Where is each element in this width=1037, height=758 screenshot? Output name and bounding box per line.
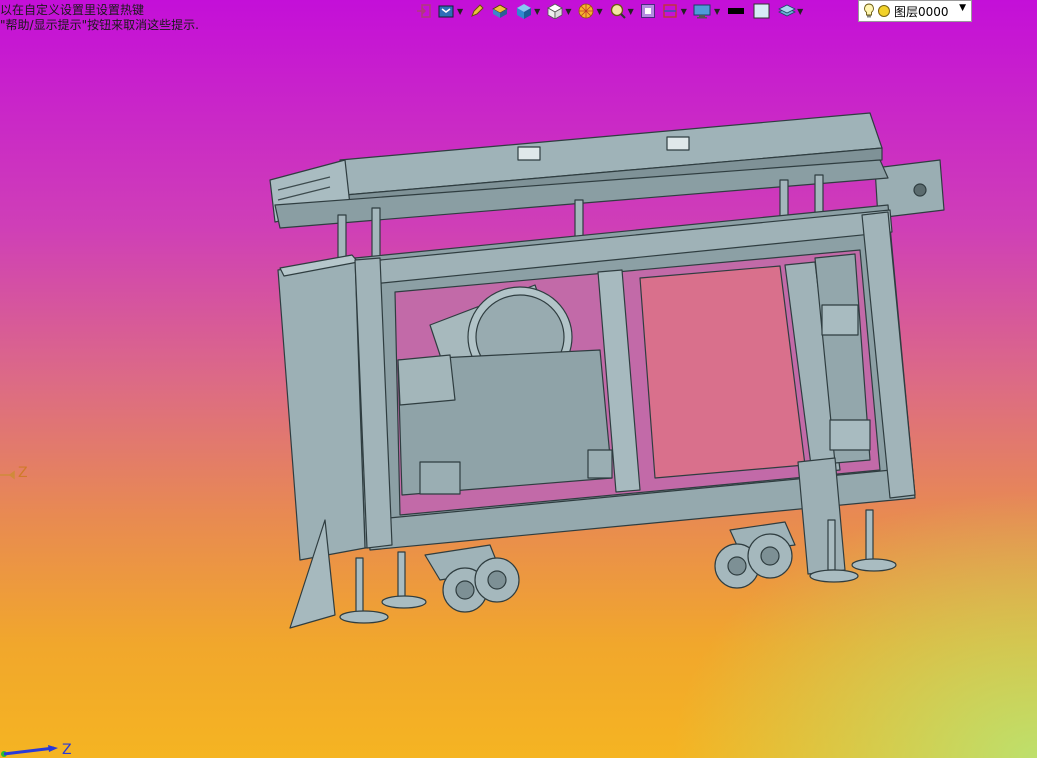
axis-triad-icon (1, 745, 58, 757)
left-panel (277, 257, 366, 561)
3d-model-cart-machine[interactable] (0, 0, 1037, 758)
axis-label-left: Z (18, 465, 28, 481)
3d-viewport[interactable]: 以在自定义设置里设置热键 "帮助/显示提示"按钮来取消这些提示. ▼ ▼ ▼ ▼ (0, 0, 1037, 758)
axis-label-bottom: Z (62, 742, 72, 758)
